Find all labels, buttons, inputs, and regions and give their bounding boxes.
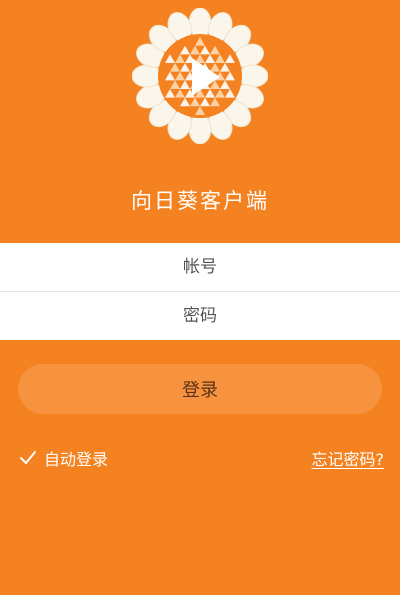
forgot-password-link[interactable]: 忘记密码? xyxy=(312,446,385,470)
password-input[interactable] xyxy=(0,292,400,340)
check-icon xyxy=(20,451,36,464)
app-title: 向日葵客户端 xyxy=(131,189,269,213)
auto-login-checkbox[interactable]: 自动登录 xyxy=(18,446,108,470)
account-input[interactable] xyxy=(0,243,400,291)
login-screen: 向日葵客户端 登录 自动登录 忘记密码? xyxy=(0,0,400,595)
sunflower-logo-icon xyxy=(132,8,268,144)
login-form xyxy=(0,243,400,340)
auto-login-label: 自动登录 xyxy=(44,450,109,469)
login-button[interactable]: 登录 xyxy=(18,364,382,414)
